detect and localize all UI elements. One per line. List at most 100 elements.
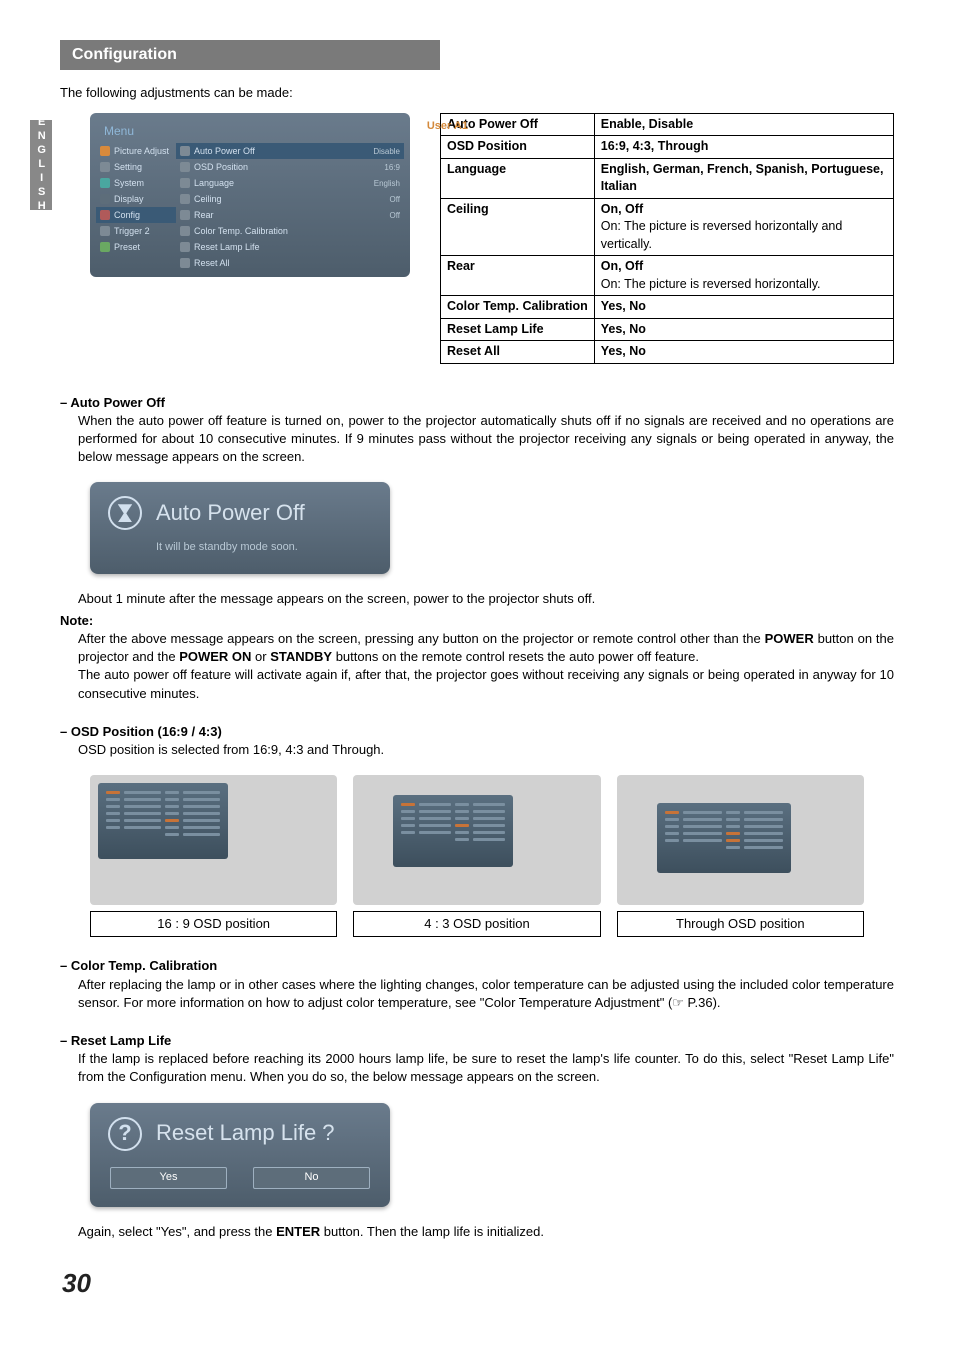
menu-item-value: Off bbox=[389, 210, 400, 221]
menu-item-label: OSD Position bbox=[194, 161, 248, 174]
menu-item-icon bbox=[100, 210, 110, 220]
menu-left-item[interactable]: Setting bbox=[96, 159, 176, 175]
setting-name: Reset Lamp Life bbox=[441, 318, 595, 341]
menu-item-icon bbox=[180, 226, 190, 236]
table-row: RearOn, OffOn: The picture is reversed h… bbox=[441, 256, 894, 296]
menu-item-label: Color Temp. Calibration bbox=[194, 225, 288, 238]
menu-item-icon bbox=[100, 242, 110, 252]
setting-name: Language bbox=[441, 158, 595, 198]
intro-text: The following adjustments can be made: bbox=[60, 84, 894, 102]
setting-value: Yes, No bbox=[594, 318, 893, 341]
page-number: 30 bbox=[62, 1265, 894, 1301]
note-line-2: The auto power off feature will activate… bbox=[78, 666, 894, 702]
question-icon: ? bbox=[108, 1117, 142, 1151]
menu-item-icon bbox=[100, 146, 110, 156]
setting-name: Color Temp. Calibration bbox=[441, 296, 595, 319]
osd-label-169: 16 : 9 OSD position bbox=[90, 911, 337, 937]
menu-item-label: Auto Power Off bbox=[194, 145, 255, 158]
page-content: Configuration The following adjustments … bbox=[60, 40, 894, 1301]
menu-item-value: English bbox=[374, 178, 400, 189]
setting-name: Reset All bbox=[441, 341, 595, 364]
menu-item-icon bbox=[180, 162, 190, 172]
setting-name: Rear bbox=[441, 256, 595, 296]
setting-value: On, OffOn: The picture is reversed horiz… bbox=[594, 256, 893, 296]
osd-position-text: OSD position is selected from 16:9, 4:3 … bbox=[78, 741, 894, 759]
osd-example-43: 4 : 3 OSD position bbox=[353, 775, 600, 937]
table-row: LanguageEnglish, German, French, Spanish… bbox=[441, 158, 894, 198]
menu-item-label: Display bbox=[114, 193, 144, 206]
menu-item-value: Off bbox=[389, 194, 400, 205]
menu-item-icon bbox=[180, 242, 190, 252]
auto-power-off-after: About 1 minute after the message appears… bbox=[78, 590, 894, 608]
table-row: Reset AllYes, No bbox=[441, 341, 894, 364]
setting-value: English, German, French, Spanish, Portug… bbox=[594, 158, 893, 198]
reset-lamp-head: – Reset Lamp Life bbox=[60, 1032, 894, 1050]
projector-menu-screenshot: User A1 Menu Picture AdjustSettingSystem… bbox=[90, 113, 410, 278]
color-temp-head: – Color Temp. Calibration bbox=[60, 957, 894, 975]
language-side-tab: ENGLISH bbox=[30, 120, 52, 210]
menu-item-label: Ceiling bbox=[194, 193, 222, 206]
auto-power-off-callout: Auto Power Off It will be standby mode s… bbox=[90, 482, 390, 573]
osd-examples-row: 16 : 9 OSD position 4 : 3 OSD position bbox=[90, 775, 864, 937]
menu-item-icon bbox=[100, 226, 110, 236]
settings-table: Auto Power OffEnable, DisableOSD Positio… bbox=[440, 113, 894, 364]
menu-item-label: Reset Lamp Life bbox=[194, 241, 260, 254]
menu-item-label: Config bbox=[114, 209, 140, 222]
menu-left-item[interactable]: Trigger 2 bbox=[96, 223, 176, 239]
hourglass-icon bbox=[108, 496, 142, 530]
menu-right-item[interactable]: Reset Lamp Life bbox=[176, 239, 404, 255]
menu-right-item[interactable]: Color Temp. Calibration bbox=[176, 223, 404, 239]
osd-example-169: 16 : 9 OSD position bbox=[90, 775, 337, 937]
setting-name: Ceiling bbox=[441, 198, 595, 256]
menu-item-icon bbox=[100, 194, 110, 204]
menu-item-icon bbox=[180, 194, 190, 204]
menu-item-label: Language bbox=[194, 177, 234, 190]
osd-mini-menu bbox=[393, 795, 513, 867]
reset-callout-title: Reset Lamp Life ? bbox=[156, 1118, 335, 1149]
menu-right-item[interactable]: Ceiling Off bbox=[176, 191, 404, 207]
menu-item-icon bbox=[100, 178, 110, 188]
osd-label-43: 4 : 3 OSD position bbox=[353, 911, 600, 937]
menu-right-item[interactable]: OSD Position16:9 bbox=[176, 159, 404, 175]
menu-item-label: Picture Adjust bbox=[114, 145, 169, 158]
table-row: Auto Power OffEnable, Disable bbox=[441, 113, 894, 136]
menu-right-item[interactable]: Auto Power Off Disable bbox=[176, 143, 404, 159]
menu-left-item[interactable]: Picture Adjust bbox=[96, 143, 176, 159]
table-row: Color Temp. CalibrationYes, No bbox=[441, 296, 894, 319]
menu-item-icon bbox=[100, 162, 110, 172]
menu-right-item[interactable]: RearOff bbox=[176, 207, 404, 223]
osd-mini-menu bbox=[98, 783, 228, 859]
menu-left-item[interactable]: System bbox=[96, 175, 176, 191]
menu-right-item[interactable]: Language English bbox=[176, 175, 404, 191]
table-row: CeilingOn, OffOn: The picture is reverse… bbox=[441, 198, 894, 256]
menu-item-label: Preset bbox=[114, 241, 140, 254]
menu-left-item[interactable]: Preset bbox=[96, 239, 176, 255]
menu-item-icon bbox=[180, 146, 190, 156]
auto-power-off-p1: When the auto power off feature is turne… bbox=[78, 412, 894, 467]
menu-left-item[interactable]: Display bbox=[96, 191, 176, 207]
menu-right-item[interactable]: Reset All bbox=[176, 255, 404, 271]
callout-title: Auto Power Off bbox=[156, 498, 305, 529]
table-row: OSD Position16:9, 4:3, Through bbox=[441, 136, 894, 159]
note-label: Note: bbox=[60, 612, 894, 630]
menu-item-label: System bbox=[114, 177, 144, 190]
menu-item-icon bbox=[180, 178, 190, 188]
menu-item-label: Reset All bbox=[194, 257, 230, 270]
menu-item-label: Trigger 2 bbox=[114, 225, 150, 238]
osd-example-through: Through OSD position bbox=[617, 775, 864, 937]
osd-position-head: – OSD Position (16:9 / 4:3) bbox=[60, 723, 894, 741]
top-row: User A1 Menu Picture AdjustSettingSystem… bbox=[60, 113, 894, 364]
no-button[interactable]: No bbox=[253, 1167, 370, 1189]
setting-value: 16:9, 4:3, Through bbox=[594, 136, 893, 159]
menu-item-value: Disable bbox=[373, 146, 400, 157]
osd-mini-menu bbox=[657, 803, 791, 873]
menu-item-label: Setting bbox=[114, 161, 142, 174]
table-row: Reset Lamp LifeYes, No bbox=[441, 318, 894, 341]
setting-value: Yes, No bbox=[594, 296, 893, 319]
menu-left-item[interactable]: Config bbox=[96, 207, 176, 223]
setting-name: OSD Position bbox=[441, 136, 595, 159]
section-header: Configuration bbox=[60, 40, 440, 70]
menu-title: Menu bbox=[96, 119, 404, 144]
yes-button[interactable]: Yes bbox=[110, 1167, 227, 1189]
setting-value: Yes, No bbox=[594, 341, 893, 364]
